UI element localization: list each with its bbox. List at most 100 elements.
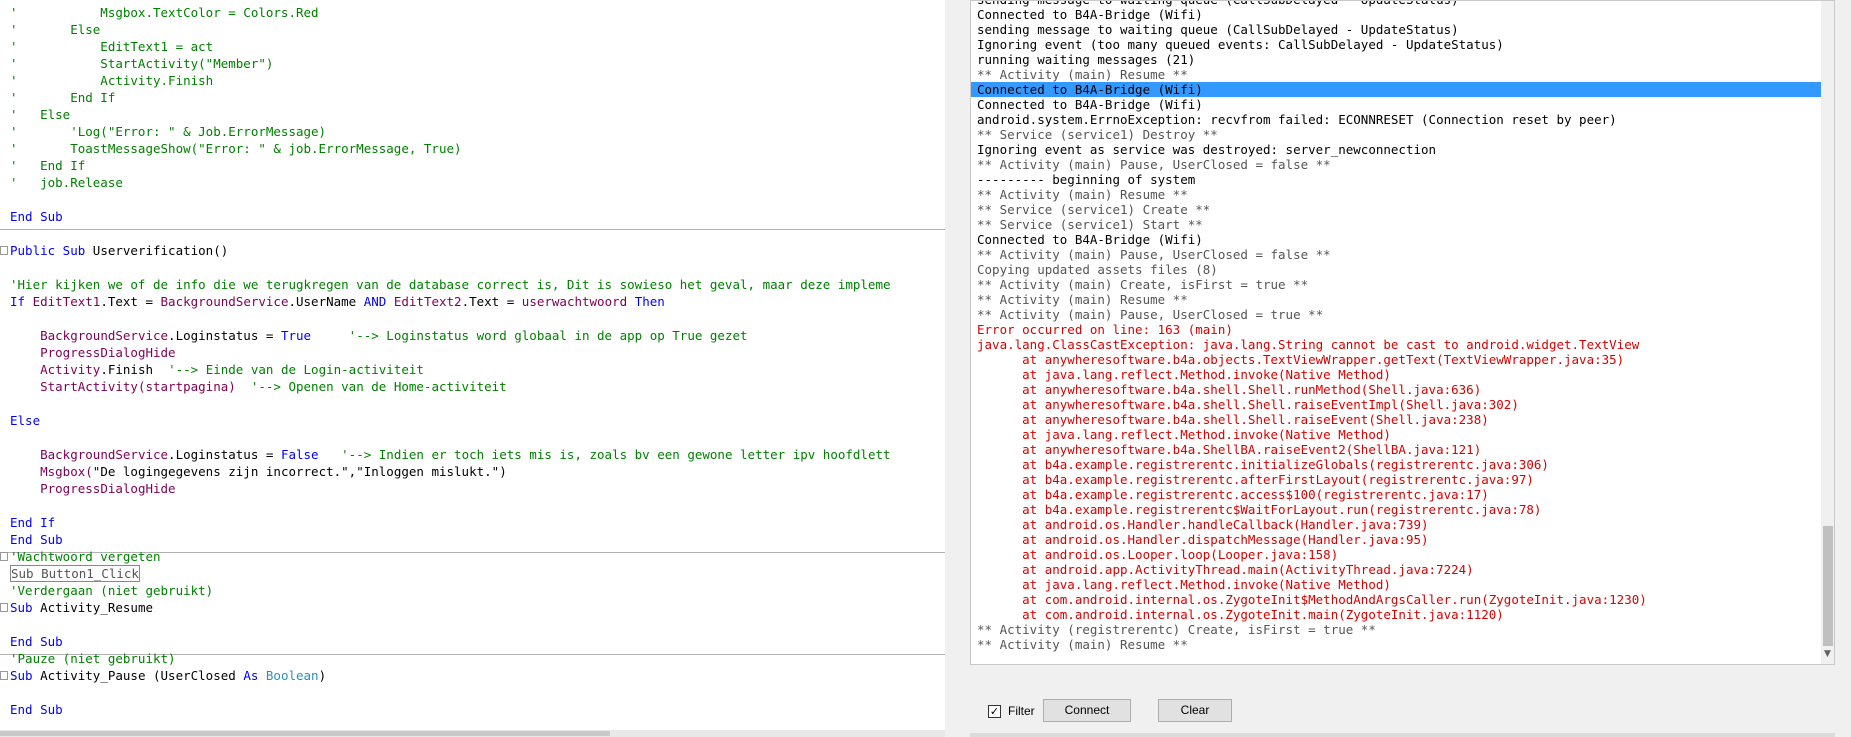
code-line[interactable]: Public Sub Userverification() <box>10 242 228 259</box>
log-line[interactable]: at b4a.example.registrerentc.access$100(… <box>971 487 1821 502</box>
code-line[interactable]: BackgroundService.Loginstatus = False '-… <box>10 446 890 463</box>
log-line[interactable]: at b4a.example.registrerentc.afterFirstL… <box>971 472 1821 487</box>
code-line[interactable]: ' job.Release <box>10 174 123 191</box>
log-line[interactable]: ** Service (service1) Start ** <box>971 217 1821 232</box>
code-line[interactable]: 'Pauze (niet gebruikt) <box>10 650 176 667</box>
code-token: ' End If <box>10 90 116 105</box>
code-line[interactable]: Msgbox("De logingegevens zijn incorrect.… <box>10 463 507 480</box>
code-line[interactable]: ' Else <box>10 21 100 38</box>
log-line[interactable]: running waiting messages (21) <box>971 52 1821 67</box>
log-line[interactable]: ** Service (service1) Destroy ** <box>971 127 1821 142</box>
code-line[interactable]: ' EditText1 = act <box>10 38 213 55</box>
log-line[interactable]: Error occurred on line: 163 (main) <box>971 322 1821 337</box>
log-line[interactable]: ** Activity (main) Create, isFirst = tru… <box>971 277 1821 292</box>
code-line[interactable]: Activity.Finish '--> Einde van de Login-… <box>10 361 424 378</box>
code-line[interactable]: ' End If <box>10 157 85 174</box>
code-line[interactable]: Sub Activity_Pause (UserClosed As Boolea… <box>10 667 326 684</box>
log-line[interactable]: at android.os.Handler.handleCallback(Han… <box>971 517 1821 532</box>
log-line[interactable]: Ignoring event (too many queued events: … <box>971 37 1821 52</box>
log-line[interactable]: sending message to waiting queue (CallSu… <box>971 22 1821 37</box>
code-line[interactable]: 'Wachtwoord vergeten <box>10 548 161 565</box>
log-line[interactable]: at android.os.Handler.dispatchMessage(Ha… <box>971 532 1821 547</box>
log-line[interactable]: Connected to B4A-Bridge (Wifi) <box>971 97 1821 112</box>
editor-hscroll-thumb[interactable] <box>0 731 610 736</box>
log-line[interactable]: ** Service (service1) Create ** <box>971 202 1821 217</box>
code-line[interactable]: Sub Activity_Resume <box>10 599 153 616</box>
code-line[interactable]: Sub Button1_Click <box>10 565 140 582</box>
code-line[interactable]: ' Else <box>10 106 70 123</box>
log-line[interactable]: ** Activity (main) Pause, UserClosed = f… <box>971 247 1821 262</box>
code-line[interactable]: ProgressDialogHide <box>10 480 175 497</box>
fold-toggle-icon[interactable] <box>0 671 8 680</box>
log-line[interactable]: at android.os.Looper.loop(Looper.java:15… <box>971 547 1821 562</box>
code-token: StartActivity(startpagina) <box>40 379 236 394</box>
log-horizontal-scrollbar[interactable]: ◀ ▶ <box>971 664 1835 665</box>
log-line[interactable]: ** Activity (main) Resume ** <box>971 292 1821 307</box>
log-line[interactable]: at anywheresoftware.b4a.shell.Shell.runM… <box>971 382 1821 397</box>
code-token: Sub Button1_Click <box>10 565 140 582</box>
scroll-down-arrow-icon[interactable]: ▼ <box>1824 649 1831 659</box>
log-line[interactable]: ** Activity (registrerentc) Create, isFi… <box>971 622 1821 637</box>
code-line[interactable]: 'Hier kijken we of de info die we terugk… <box>10 276 891 293</box>
code-area[interactable]: ' Msgbox.TextColor = Colors.Red ' Else ' E… <box>0 0 945 730</box>
log-line[interactable]: at java.lang.reflect.Method.invoke(Nativ… <box>971 427 1821 442</box>
code-line[interactable]: BackgroundService.Loginstatus = True '--… <box>10 327 747 344</box>
log-scroll-thumb[interactable] <box>1823 526 1833 646</box>
log-line[interactable]: ** Activity (main) Resume ** <box>971 67 1821 82</box>
log-line[interactable]: at android.app.ActivityThread.main(Activ… <box>971 562 1821 577</box>
code-line[interactable]: End If <box>10 514 55 531</box>
code-token: ' Else <box>10 107 71 122</box>
log-line[interactable]: at java.lang.reflect.Method.invoke(Nativ… <box>971 577 1821 592</box>
log-line[interactable]: Ignoring event as service was destroyed:… <box>971 142 1821 157</box>
log-line[interactable]: at java.lang.reflect.Method.invoke(Nativ… <box>971 367 1821 382</box>
code-line[interactable]: 'Verdergaan (niet gebruikt) <box>10 582 213 599</box>
log-line[interactable]: Copying updated assets files (8) <box>971 262 1821 277</box>
log-list[interactable]: sending message to waiting queue (CallSu… <box>971 1 1821 652</box>
code-line[interactable]: ' 'Log("Error: " & Job.ErrorMessage) <box>10 123 326 140</box>
filter-checkbox[interactable]: ✓ <box>988 705 1001 718</box>
log-list-box[interactable]: sending message to waiting queue (CallSu… <box>970 0 1835 665</box>
code-line[interactable]: ProgressDialogHide <box>10 344 175 361</box>
code-line[interactable]: StartActivity(startpagina) '--> Openen v… <box>10 378 507 395</box>
log-line[interactable]: Connected to B4A-Bridge (Wifi) <box>971 232 1821 247</box>
code-line[interactable]: ' Msgbox.TextColor = Colors.Red <box>10 4 319 21</box>
log-line[interactable]: java.lang.ClassCastException: java.lang.… <box>971 337 1821 352</box>
log-line-selected[interactable]: Connected to B4A-Bridge (Wifi) <box>971 82 1821 97</box>
code-line[interactable]: ' Activity.Finish <box>10 72 213 89</box>
connect-button[interactable]: Connect <box>1043 699 1131 722</box>
fold-toggle-icon[interactable] <box>0 246 8 255</box>
log-line[interactable]: at com.android.internal.os.ZygoteInit.ma… <box>971 607 1821 622</box>
editor-horizontal-scrollbar[interactable] <box>0 730 945 737</box>
log-line[interactable]: sending message to waiting queue (CallSu… <box>971 1 1821 7</box>
fold-toggle-icon[interactable] <box>0 603 8 612</box>
code-line[interactable]: ' ToastMessageShow("Error: " & job.Error… <box>10 140 462 157</box>
code-editor[interactable]: ' Msgbox.TextColor = Colors.Red ' Else ' E… <box>0 0 945 737</box>
fold-toggle-icon[interactable] <box>0 552 8 561</box>
log-line[interactable]: --------- beginning of system <box>971 172 1821 187</box>
code-line[interactable]: Else <box>10 412 40 429</box>
code-line[interactable]: End Sub <box>10 633 63 650</box>
log-line[interactable]: ** Activity (main) Pause, UserClosed = f… <box>971 157 1821 172</box>
log-line[interactable]: ** Activity (main) Resume ** <box>971 187 1821 202</box>
code-line[interactable]: End Sub <box>10 208 63 225</box>
code-line[interactable]: End Sub <box>10 531 63 548</box>
code-line[interactable]: ' StartActivity("Member") <box>10 55 273 72</box>
clear-button[interactable]: Clear <box>1158 699 1232 722</box>
log-line[interactable]: ** Activity (main) Resume ** <box>971 637 1821 652</box>
log-line[interactable]: at anywheresoftware.b4a.objects.TextView… <box>971 352 1821 367</box>
code-line[interactable]: ' End If <box>10 89 115 106</box>
log-line[interactable]: at anywheresoftware.b4a.shell.Shell.rais… <box>971 397 1821 412</box>
log-line[interactable]: at anywheresoftware.b4a.ShellBA.raiseEve… <box>971 442 1821 457</box>
log-line[interactable]: at com.android.internal.os.ZygoteInit$Me… <box>971 592 1821 607</box>
code-line[interactable]: If EditText1.Text = BackgroundService.Us… <box>10 293 665 310</box>
log-vertical-scrollbar[interactable]: ▼ <box>1821 1 1834 664</box>
log-line[interactable]: at b4a.example.registrerentc.initializeG… <box>971 457 1821 472</box>
code-token: 'Wachtwoord vergeten <box>10 549 161 564</box>
log-line[interactable]: android.system.ErrnoException: recvfrom … <box>971 112 1821 127</box>
log-line[interactable]: at b4a.example.registrerentc$WaitForLayo… <box>971 502 1821 517</box>
log-line[interactable]: Connected to B4A-Bridge (Wifi) <box>971 7 1821 22</box>
code-token: ' StartActivity("Member") <box>10 56 274 71</box>
log-line[interactable]: ** Activity (main) Pause, UserClosed = t… <box>971 307 1821 322</box>
code-line[interactable]: End Sub <box>10 701 63 718</box>
log-line[interactable]: at anywheresoftware.b4a.shell.Shell.rais… <box>971 412 1821 427</box>
